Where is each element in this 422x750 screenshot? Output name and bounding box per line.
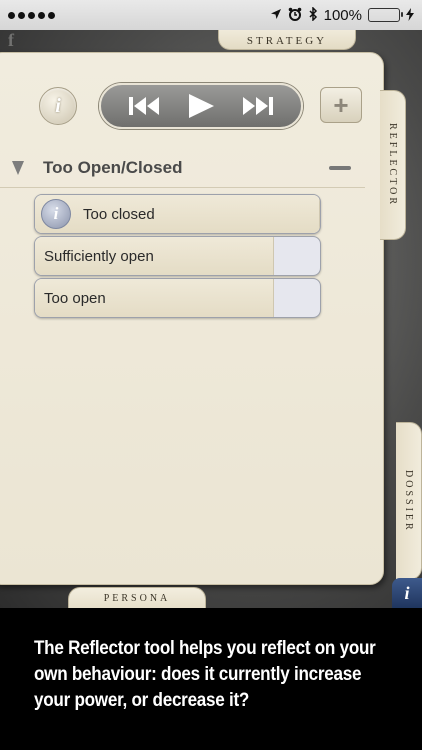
disclosure-triangle-icon [12, 161, 24, 175]
tab-dossier[interactable]: DOSSIER [396, 422, 422, 580]
option-label: Sufficiently open [44, 247, 154, 265]
tab-reflector[interactable]: REFLECTOR [380, 90, 406, 240]
app-area: f i + Too Open/Closed i Too closed Suffi… [0, 30, 422, 608]
collapse-minus-icon[interactable] [329, 166, 351, 170]
signal-dots-icon [8, 11, 55, 19]
option-info-icon[interactable]: i [41, 199, 71, 229]
section-header[interactable]: Too Open/Closed [11, 151, 361, 185]
tab-dossier-label: DOSSIER [403, 469, 414, 533]
caption-text: The Reflector tool helps you reflect on … [34, 638, 376, 711]
tab-persona[interactable]: PERSONA [68, 587, 206, 608]
location-arrow-icon [270, 8, 282, 22]
option-too-open[interactable]: Too open [34, 278, 321, 318]
tab-strategy[interactable]: STRATEGY [218, 30, 356, 50]
option-fill [35, 195, 320, 233]
battery-icon [368, 8, 403, 22]
option-too-closed[interactable]: i Too closed [34, 194, 321, 234]
option-sufficiently-open[interactable]: Sufficiently open [34, 236, 321, 276]
status-right: 100% [270, 6, 414, 24]
charging-bolt-icon [406, 7, 414, 23]
transport-controls [99, 83, 303, 129]
section-title: Too Open/Closed [43, 158, 183, 177]
play-icon[interactable] [181, 91, 221, 121]
alarm-icon [288, 7, 302, 23]
tab-reflector-label: REFLECTOR [387, 122, 398, 208]
corner-info-button[interactable]: i [392, 578, 422, 608]
skip-back-icon[interactable] [124, 91, 164, 121]
skip-forward-icon[interactable] [238, 91, 278, 121]
caption-area: The Reflector tool helps you reflect on … [0, 608, 422, 750]
add-button[interactable]: + [320, 87, 362, 123]
battery-percent: 100% [323, 6, 362, 24]
reflector-panel: i + Too Open/Closed i Too closed Suffici… [0, 52, 384, 585]
option-label: Too open [44, 289, 106, 307]
status-bar: 100% [0, 0, 422, 30]
section-divider [0, 187, 365, 188]
info-button[interactable]: i [39, 87, 77, 125]
bluetooth-icon [308, 6, 318, 23]
background-f-glyph-icon: f [8, 30, 14, 50]
option-label: Too closed [83, 205, 155, 223]
